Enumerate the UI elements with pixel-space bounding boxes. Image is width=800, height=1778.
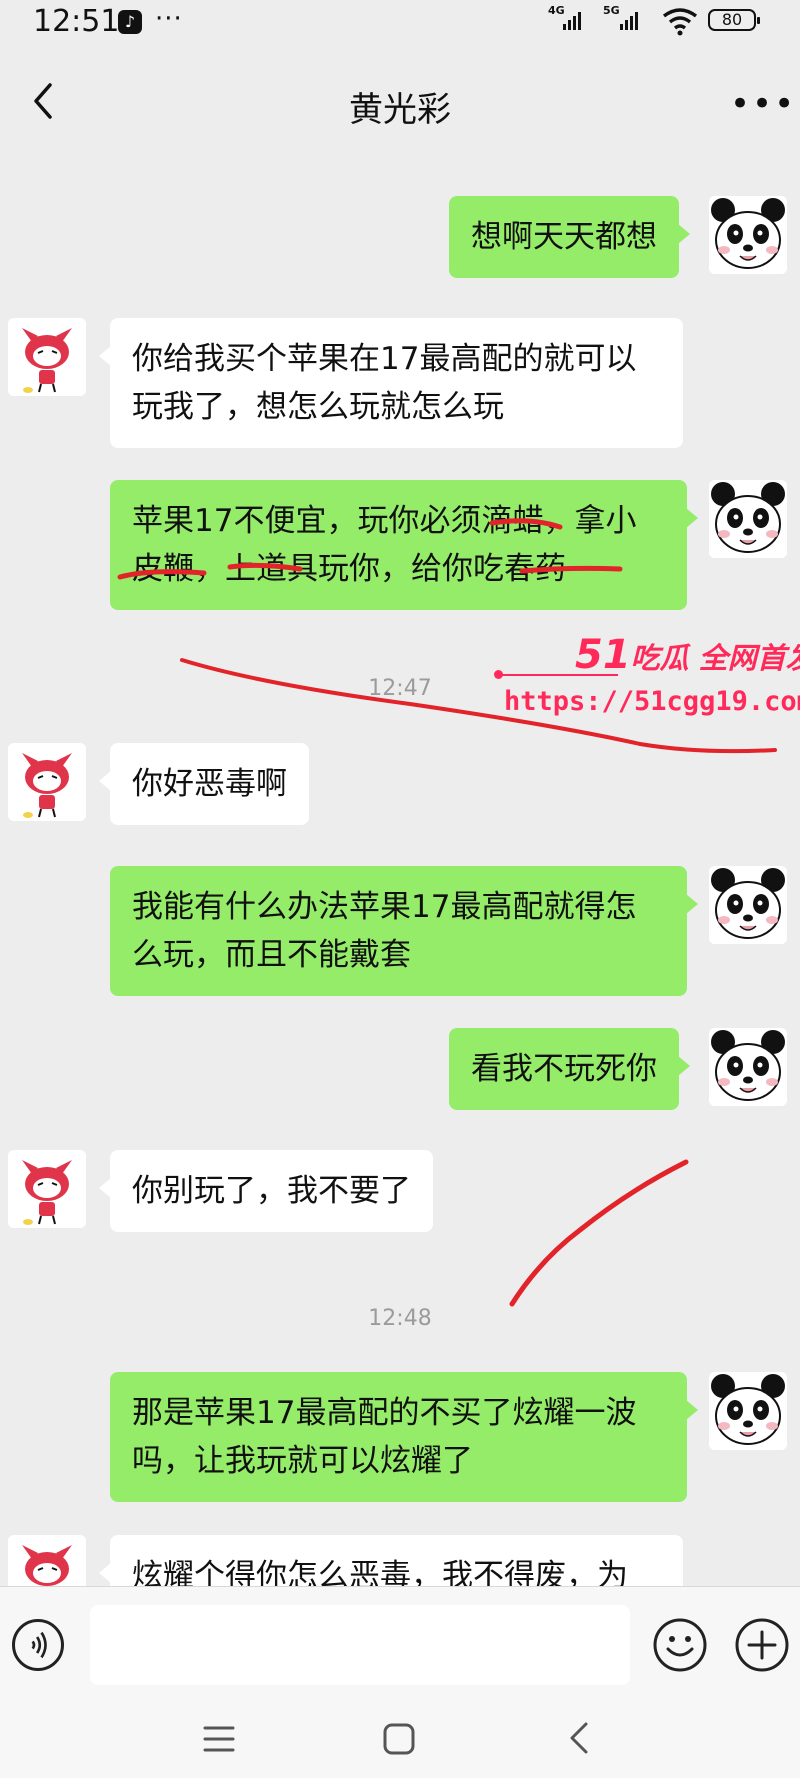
avatar-self[interactable]: [709, 1372, 787, 1450]
avatar-contact[interactable]: [8, 743, 86, 821]
signal-label-5g: 5G: [603, 4, 620, 17]
watermark-brand: 51吃瓜 全网首发: [575, 632, 800, 678]
message-bubble-received[interactable]: 你好恶毒啊: [99, 743, 309, 825]
cartoon-fox-avatar-icon: [8, 743, 86, 821]
watermark-line: [498, 674, 618, 676]
avatar-self[interactable]: [709, 866, 787, 944]
battery-indicator: 80: [708, 9, 760, 31]
watermark-url: https://51cgg19.com: [504, 686, 800, 717]
chat-input-bar: [0, 1586, 800, 1699]
avatar-self[interactable]: [709, 1028, 787, 1106]
message-bubble-sent[interactable]: 我能有什么办法苹果17最高配就得怎么玩，而且不能戴套: [110, 866, 698, 996]
message-bubble-received[interactable]: 你给我买个苹果在17最高配的就可以玩我了，想怎么玩就怎么玩: [99, 318, 683, 448]
plus-icon[interactable]: [734, 1617, 790, 1673]
avatar-self[interactable]: [709, 196, 787, 274]
nav-back-icon[interactable]: [562, 1720, 596, 1756]
signal-bars-icon: [563, 12, 581, 30]
panda-avatar-icon: [709, 1028, 787, 1106]
voice-icon[interactable]: [12, 1619, 64, 1671]
avatar-contact[interactable]: [8, 318, 86, 396]
panda-avatar-icon: [709, 480, 787, 558]
message-bubble-sent[interactable]: 那是苹果17最高配的不买了炫耀一波吗，让我玩就可以炫耀了: [110, 1372, 698, 1502]
panda-avatar-icon: [709, 196, 787, 274]
cartoon-fox-avatar-icon: [8, 318, 86, 396]
system-nav-bar: [0, 1698, 800, 1778]
red-scribble-curve: [509, 1159, 689, 1307]
chat-title: 黄光彩: [349, 90, 451, 130]
message-bubble-sent[interactable]: 苹果17不便宜，玩你必须滴蜡，拿小皮鞭，上道具玩你，给你吃春药: [110, 480, 698, 610]
avatar-self[interactable]: [709, 480, 787, 558]
avatar-contact[interactable]: [8, 1150, 86, 1228]
nav-home-icon[interactable]: [382, 1722, 416, 1756]
chat-header: 黄光彩 •••: [0, 46, 800, 156]
wifi-icon: [662, 8, 698, 36]
more-notifications-icon: ···: [155, 4, 183, 34]
message-input[interactable]: [90, 1605, 630, 1685]
timestamp: 12:48: [368, 1306, 432, 1331]
message-bubble-sent[interactable]: 看我不玩死你: [449, 1028, 690, 1110]
status-time: 12:51: [33, 4, 120, 39]
panda-avatar-icon: [709, 866, 787, 944]
status-bar: 12:51 ♪ ··· 4G 5G 80: [0, 0, 800, 46]
nav-menu-icon[interactable]: [202, 1724, 236, 1754]
panda-avatar-icon: [709, 1372, 787, 1450]
signal-bars-icon: [620, 12, 638, 30]
tiktok-notification-icon: ♪: [118, 10, 142, 34]
emoji-icon[interactable]: [652, 1617, 708, 1673]
message-bubble-received[interactable]: 你别玩了，我不要了: [99, 1150, 433, 1232]
more-icon[interactable]: •••: [730, 84, 796, 124]
cartoon-fox-avatar-icon: [8, 1150, 86, 1228]
message-bubble-sent[interactable]: 想啊天天都想: [449, 196, 690, 278]
